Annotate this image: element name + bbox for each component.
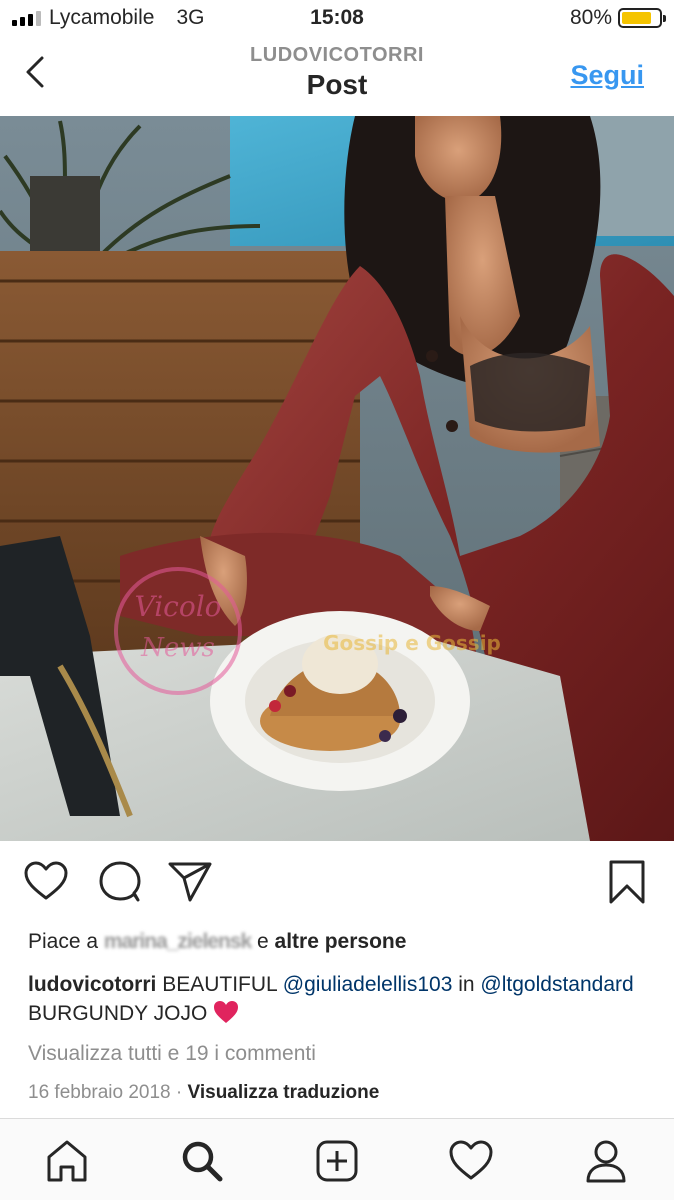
post-actions (0, 858, 674, 914)
svg-text:News: News (140, 633, 215, 663)
paper-plane-icon (168, 862, 212, 902)
post-meta: 16 febbraio 2018 · Visualizza traduzione (28, 1082, 379, 1104)
caption-username[interactable]: ludovicotorri (28, 973, 156, 996)
view-all-comments-link[interactable]: Visualizza tutti e 19 i commenti (28, 1042, 316, 1066)
tab-search[interactable] (178, 1137, 226, 1185)
status-right: 80% (569, 6, 666, 30)
follow-button[interactable]: Segui (570, 60, 644, 91)
home-icon (47, 1140, 87, 1182)
likes-prefix: Piace a (28, 930, 99, 953)
comment-bubble-icon (99, 861, 141, 902)
caption-mention-2[interactable]: @ltgoldstandard (480, 973, 633, 996)
meta-separator: · (175, 1082, 183, 1103)
nav-header: LUDOVICOTORRI Post Segui (0, 38, 674, 116)
post-date: 16 febbraio 2018 (28, 1082, 171, 1103)
tab-activity[interactable] (447, 1137, 495, 1185)
like-button[interactable] (22, 858, 70, 906)
status-bar: Lycamobile 3G 15:08 80% (0, 0, 674, 38)
likes-summary[interactable]: Piace a marina_zielensk e altre persone (28, 930, 406, 954)
post-image[interactable]: Vicolo News Gossip e Gossip (0, 116, 674, 841)
post-photo: Vicolo News Gossip e Gossip (0, 116, 674, 841)
liker-name[interactable]: marina_zielensk (104, 930, 252, 954)
see-translation-link[interactable]: Visualizza traduzione (188, 1082, 380, 1103)
caption-mention-1[interactable]: @giuliadelellis103 (283, 973, 453, 996)
save-button[interactable] (603, 858, 651, 906)
profile-icon (586, 1140, 626, 1183)
post-caption: ludovicotorri BEAUTIFUL @giuliadelellis1… (28, 970, 648, 1028)
battery-fill (622, 12, 651, 24)
likes-others[interactable]: altre persone (275, 930, 407, 953)
likes-suffix: e (257, 930, 269, 953)
bookmark-icon (609, 860, 645, 904)
battery-percent: 80% (569, 6, 612, 29)
tab-profile[interactable] (582, 1137, 630, 1185)
red-heart-icon (214, 1001, 239, 1023)
caption-text-3: BURGUNDY JOJO (28, 1002, 208, 1025)
caption-text-1: BEAUTIFUL (162, 973, 277, 996)
activity-heart-icon (449, 1140, 493, 1180)
tab-home[interactable] (43, 1137, 91, 1185)
caption-text-2: in (458, 973, 475, 996)
share-button[interactable] (166, 858, 214, 906)
heart-outline-icon (24, 861, 68, 900)
watermark-text-2: Gossip e Gossip (323, 631, 501, 655)
watermark-text-1: Vicolo (134, 590, 221, 623)
comment-button[interactable] (96, 858, 144, 906)
new-post-icon (316, 1140, 358, 1182)
battery-icon (618, 8, 666, 28)
tab-new-post[interactable] (313, 1137, 361, 1185)
search-icon (182, 1141, 223, 1182)
bottom-tab-bar (0, 1118, 674, 1200)
